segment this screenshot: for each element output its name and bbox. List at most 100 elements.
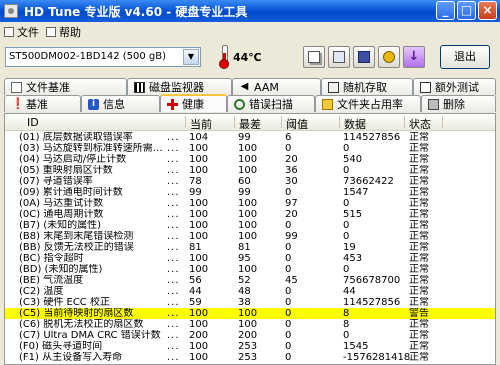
cell-threshold: 0 — [285, 220, 292, 231]
close-button[interactable]: × — [478, 1, 497, 20]
cell-data: 73662422 — [343, 176, 394, 187]
save-button[interactable] — [353, 46, 375, 68]
cell-status: 正常 — [409, 231, 429, 242]
tab-info[interactable]: i 信息 — [81, 95, 160, 112]
cell-current: 59 — [189, 297, 202, 308]
cell-current: 100 — [189, 231, 209, 242]
cell-worst: 81 — [238, 242, 251, 253]
maximize-button[interactable]: □ — [457, 1, 476, 20]
cell-attribute: (F1) 从主设备写入寿命 — [19, 352, 123, 363]
column-header-current[interactable]: 当前 — [190, 116, 212, 132]
app-disk-icon — [4, 4, 18, 18]
column-header-status[interactable]: 状态 — [409, 116, 431, 132]
table-row[interactable]: (05) 重映射扇区计数 100 100 36 0 正常... — [5, 165, 495, 176]
table-row[interactable]: (BC) 指令超时 100 95 0 453 正常... — [5, 253, 495, 264]
copy-screenshot-button[interactable] — [328, 46, 350, 68]
cell-worst: 100 — [238, 143, 258, 154]
cell-current: 100 — [189, 352, 209, 363]
table-row[interactable]: (F1) 从主设备写入寿命 100 253 0 -1576281418 正常... — [5, 352, 495, 363]
table-row[interactable]: (0A) 马达重试计数 100 100 97 0 正常... — [5, 198, 495, 209]
tab-disk-monitor[interactable]: 磁盘监视器 — [127, 78, 232, 95]
cell-status: 正常 — [409, 341, 429, 352]
tab-file-benchmark[interactable]: 文件基准 — [4, 78, 127, 95]
column-header-threshold[interactable]: 阈值 — [286, 116, 308, 132]
cell-threshold: 97 — [285, 198, 298, 209]
table-row[interactable]: (07) 寻道错误率 78 60 30 73662422 正常... — [5, 176, 495, 187]
cell-worst: 100 — [238, 308, 258, 319]
arrow-down-icon: ↓ — [408, 49, 420, 64]
menu-help[interactable]: 帮助 — [46, 24, 81, 40]
table-row[interactable]: (04) 马达启动/停止计数 100 100 20 540 正常... — [5, 154, 495, 165]
cell-data: 756678700 — [343, 275, 401, 286]
row-dots: ... — [167, 341, 180, 352]
table-row[interactable]: (F0) 磁头寻道时间 100 253 0 1545 正常... — [5, 341, 495, 352]
cell-threshold: 20 — [285, 209, 298, 220]
tab-random-access[interactable]: 随机存取 — [321, 78, 413, 95]
exit-button[interactable]: 退出 — [440, 45, 490, 69]
tab-folder-usage[interactable]: 文件夹占用率 — [315, 95, 421, 112]
cell-attribute: (B7) (未知的属性) — [19, 220, 102, 231]
chevron-down-icon[interactable]: ▼ — [183, 49, 199, 65]
table-row[interactable]: (01) 底层数据读取错误率 104 99 6 114527856 正常... — [5, 132, 495, 143]
cell-worst: 48 — [238, 286, 251, 297]
file-menu-icon — [4, 27, 14, 37]
table-row[interactable]: (B7) (未知的属性) 100 100 0 0 正常... — [5, 220, 495, 231]
table-row[interactable]: (BE) 气流温度 56 52 45 756678700 正常... — [5, 275, 495, 286]
row-dots: ... — [167, 308, 180, 319]
table-row[interactable]: (09) 累计通电时间计数 99 99 0 1547 正常... — [5, 187, 495, 198]
table-row[interactable]: (BD) (未知的属性) 100 100 0 0 正常... — [5, 264, 495, 275]
table-row[interactable]: (C7) Ultra DMA CRC 错误计数 200 200 0 0 正常... — [5, 330, 495, 341]
drive-select-value: ST500DM002-1BD142 (500 gB) — [9, 51, 167, 62]
table-row[interactable]: (C5) 当前待映射的扇区数 100 100 0 8 警告... — [5, 308, 495, 319]
cell-data: 19 — [343, 242, 356, 253]
tab-erase[interactable]: 删除 — [421, 95, 496, 112]
info-icon: i — [88, 98, 99, 110]
column-header-data[interactable]: 数据 — [344, 116, 366, 132]
floppy-disk-icon — [358, 51, 370, 63]
table-row[interactable]: (C3) 硬件 ECC 校正 59 38 0 114527856 正常... — [5, 297, 495, 308]
table-row[interactable]: (0C) 通电周期计数 100 100 20 515 正常... — [5, 209, 495, 220]
cell-data: 1545 — [343, 341, 369, 352]
minimize-button[interactable]: _ — [436, 1, 455, 20]
options-button[interactable] — [378, 46, 400, 68]
table-row[interactable]: (C2) 温度 44 48 0 44 正常... — [5, 286, 495, 297]
tab-random-access-label: 随机存取 — [343, 81, 387, 94]
cell-attribute: (BB) 反馈无法校正的错误 — [19, 242, 134, 253]
cell-data: 453 — [343, 253, 363, 264]
tab-error-scan[interactable]: 错误扫描 — [227, 95, 315, 112]
cell-data: 1547 — [343, 187, 369, 198]
row-dots: ... — [167, 330, 180, 341]
tab-health[interactable]: 健康 — [160, 94, 227, 112]
tab-extra-tests[interactable]: 额外测试 — [413, 78, 496, 95]
table-row[interactable]: (03) 马达旋转到标准转速所需… 100 100 0 0 正常... — [5, 143, 495, 154]
cell-threshold: 0 — [285, 143, 292, 154]
tab-benchmark[interactable]: ❗ 基准 — [4, 95, 81, 112]
drive-select[interactable]: ST500DM002-1BD142 (500 gB) ▼ — [5, 47, 201, 67]
cell-status: 正常 — [409, 209, 429, 220]
row-dots: ... — [167, 220, 180, 231]
cell-current: 100 — [189, 220, 209, 231]
cell-status: 正常 — [409, 264, 429, 275]
cell-attribute: (BC) 指令超时 — [19, 253, 84, 264]
column-header-id[interactable]: ID — [27, 116, 39, 129]
menu-file[interactable]: 文件 — [4, 24, 39, 40]
cell-data: 0 — [343, 231, 350, 242]
table-row[interactable]: (B8) 末尾到末尾错误检测 100 100 99 0 正常... — [5, 231, 495, 242]
table-row[interactable]: (C6) 脱机无法校正的扇区数 100 100 0 8 正常... — [5, 319, 495, 330]
cell-current: 200 — [189, 330, 209, 341]
download-button[interactable]: ↓ — [403, 46, 425, 68]
copy-text-button[interactable] — [303, 46, 325, 68]
cell-threshold: 45 — [285, 275, 298, 286]
cell-worst: 253 — [238, 341, 258, 352]
screenshot-icon — [333, 51, 345, 63]
column-header-worst[interactable]: 最差 — [239, 116, 261, 132]
cell-status: 正常 — [409, 319, 429, 330]
cell-attribute: (BD) (未知的属性) — [19, 264, 103, 275]
temperature-readout: 44℃ — [233, 51, 262, 64]
tab-aam[interactable]: ◀ AAM — [232, 78, 321, 95]
table-row[interactable]: (BB) 反馈无法校正的错误 81 81 0 19 正常... — [5, 242, 495, 253]
cell-data: 515 — [343, 209, 363, 220]
row-dots: ... — [167, 176, 180, 187]
cell-attribute: (01) 底层数据读取错误率 — [19, 132, 133, 143]
tab-file-benchmark-label: 文件基准 — [26, 81, 70, 94]
